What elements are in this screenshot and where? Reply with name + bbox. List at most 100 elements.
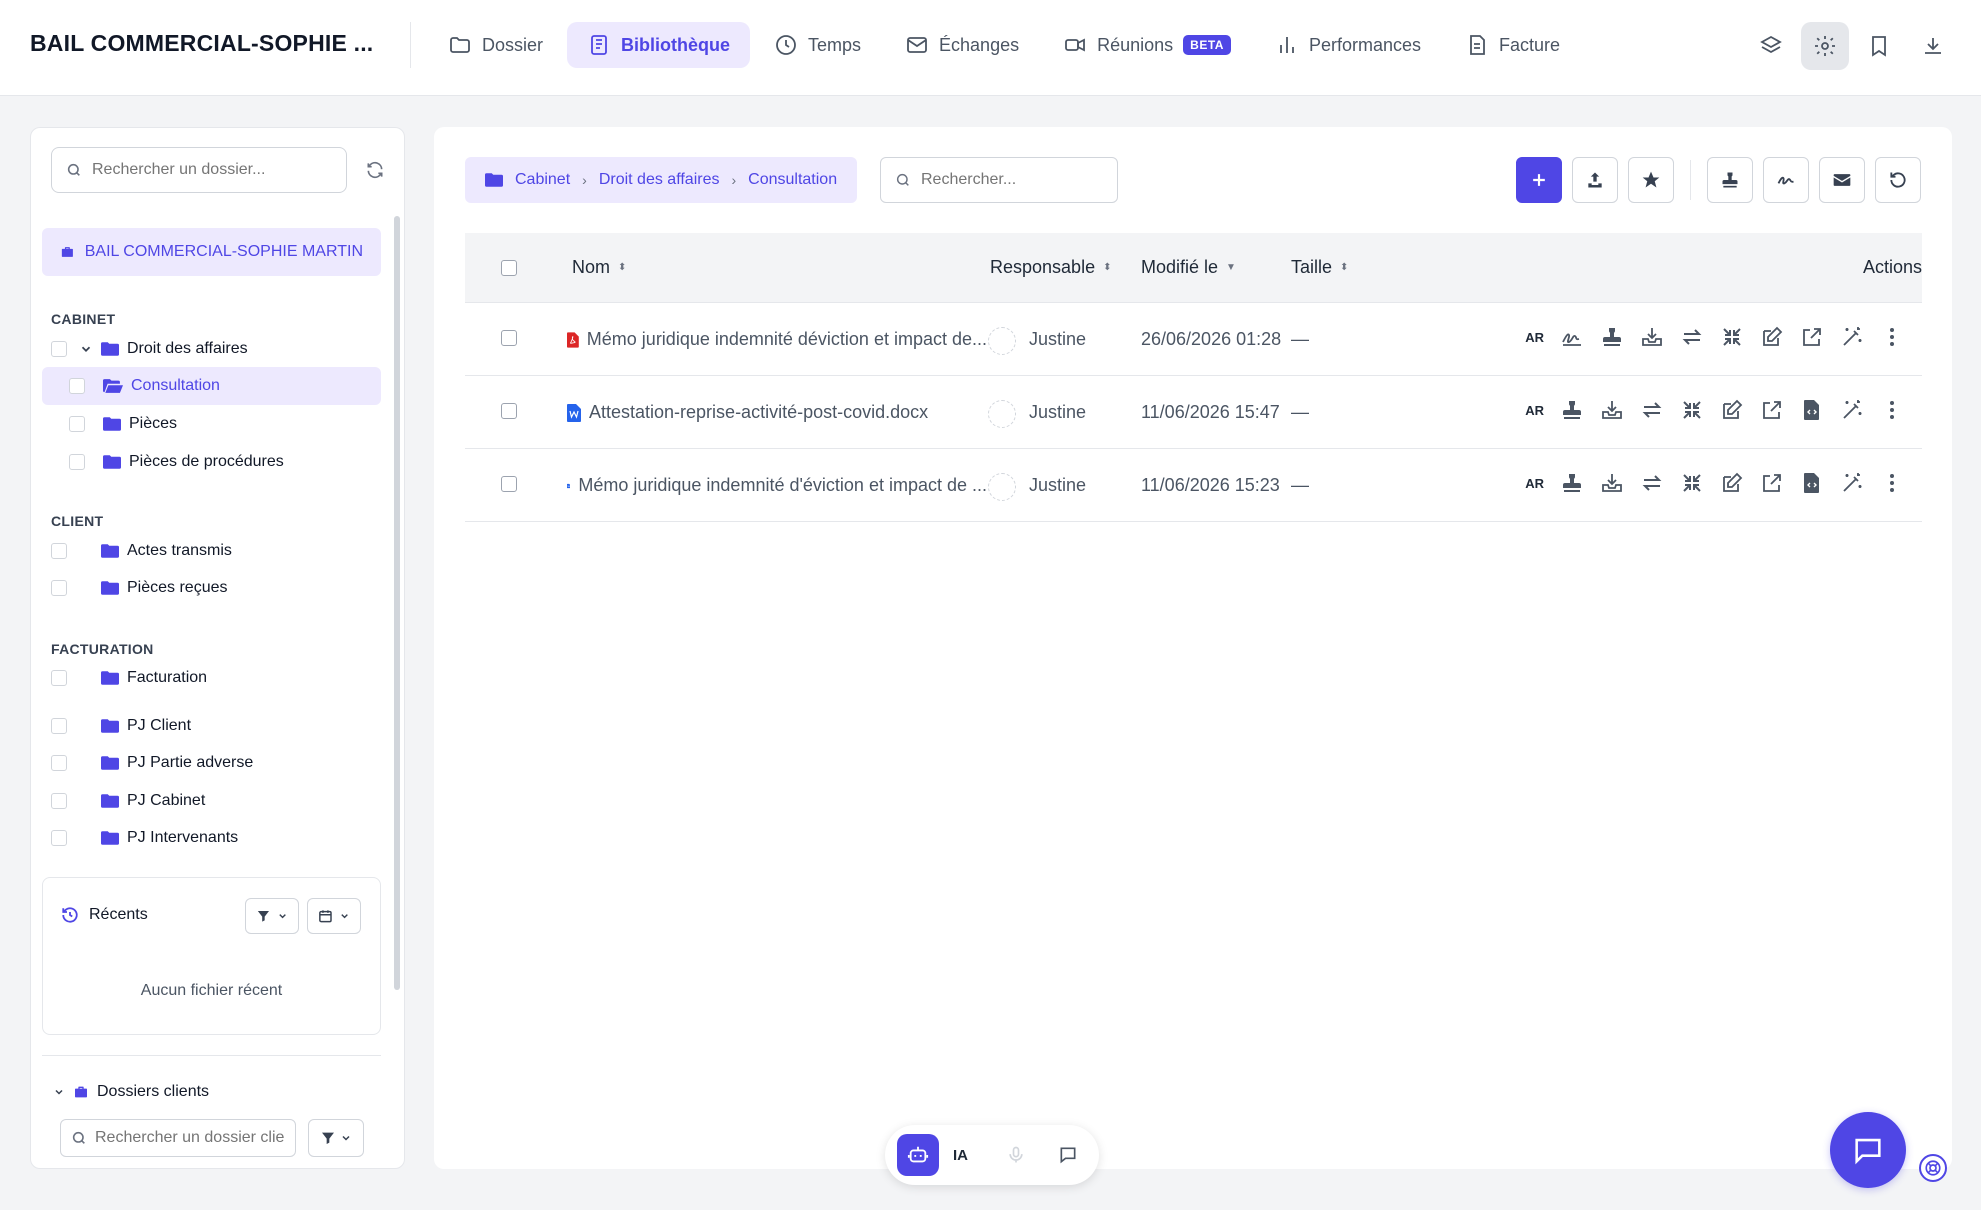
nav-echanges[interactable]: Échanges — [885, 22, 1039, 68]
ar-button[interactable]: AR — [1525, 403, 1544, 418]
breadcrumb-consultation[interactable]: Consultation — [748, 171, 837, 189]
checkbox[interactable] — [69, 378, 85, 394]
inbox-download-icon[interactable] — [1600, 471, 1624, 495]
tree-item-droit-des-affaires[interactable]: Droit des affaires — [42, 330, 381, 368]
checkbox[interactable] — [51, 341, 67, 357]
checkbox[interactable] — [51, 793, 67, 809]
share-icon[interactable] — [1760, 471, 1784, 495]
nav-facture[interactable]: Facture — [1445, 22, 1580, 68]
file-name-cell[interactable]: Mémo juridique indemnité d'éviction et i… — [567, 475, 987, 496]
file-code-icon[interactable] — [1800, 471, 1824, 495]
nav-reunions[interactable]: Réunions BETA — [1043, 22, 1251, 68]
clients-search-input[interactable] — [95, 1129, 285, 1147]
bookmark-button[interactable] — [1855, 22, 1903, 70]
clients-header[interactable]: Dossiers clients — [53, 1083, 209, 1101]
table-row[interactable]: Mémo juridique indemnité déviction et im… — [465, 303, 1922, 376]
more-vertical-icon[interactable] — [1880, 325, 1904, 349]
signature-button[interactable] — [1763, 157, 1809, 203]
clients-filter-button[interactable] — [308, 1119, 364, 1157]
row-checkbox[interactable] — [501, 403, 517, 419]
magic-wand-icon[interactable] — [1840, 471, 1864, 495]
ar-button[interactable]: AR — [1525, 330, 1544, 345]
file-name-cell[interactable]: Mémo juridique indemnité déviction et im… — [567, 329, 987, 350]
chat-button[interactable] — [1830, 1112, 1906, 1188]
recents-date-button[interactable] — [307, 898, 361, 934]
download-button[interactable] — [1909, 22, 1957, 70]
clients-search[interactable] — [60, 1119, 296, 1157]
settings-button[interactable] — [1801, 22, 1849, 70]
nav-temps[interactable]: Temps — [754, 22, 881, 68]
select-all-checkbox[interactable] — [501, 260, 517, 276]
tree-item-pj-intervenants[interactable]: PJ Intervenants — [42, 819, 381, 857]
folder-search-input[interactable] — [92, 161, 332, 179]
stamp-icon[interactable] — [1560, 398, 1584, 422]
tree-item-pj-cabinet[interactable]: PJ Cabinet — [42, 782, 381, 820]
tree-item-pieces-de-procedures[interactable]: Pièces de procédures — [42, 443, 381, 481]
column-size[interactable]: Taille ⬍ — [1291, 257, 1348, 278]
checkbox[interactable] — [51, 830, 67, 846]
favorite-button[interactable] — [1628, 157, 1674, 203]
more-vertical-icon[interactable] — [1880, 471, 1904, 495]
edit-icon[interactable] — [1720, 398, 1744, 422]
ai-assistant-button[interactable] — [897, 1134, 939, 1176]
file-code-icon[interactable] — [1800, 398, 1824, 422]
row-checkbox[interactable] — [501, 330, 517, 346]
microphone-icon[interactable] — [1006, 1145, 1026, 1165]
row-checkbox[interactable] — [501, 476, 517, 492]
more-vertical-icon[interactable] — [1880, 398, 1904, 422]
tree-item-pj-partie-adverse[interactable]: PJ Partie adverse — [42, 744, 381, 782]
column-owner[interactable]: Responsable ⬍ — [990, 257, 1111, 278]
inbox-download-icon[interactable] — [1640, 325, 1664, 349]
stamp-button[interactable] — [1707, 157, 1753, 203]
stamp-icon[interactable] — [1600, 325, 1624, 349]
inbox-download-icon[interactable] — [1600, 398, 1624, 422]
message-icon[interactable] — [1058, 1145, 1078, 1165]
upload-button[interactable] — [1572, 157, 1618, 203]
magic-wand-icon[interactable] — [1840, 325, 1864, 349]
stamp-icon[interactable] — [1560, 471, 1584, 495]
column-modified[interactable]: Modifié le ▼ — [1141, 257, 1236, 278]
tree-item-pieces[interactable]: Pièces — [42, 405, 381, 443]
edit-icon[interactable] — [1760, 325, 1784, 349]
checkbox[interactable] — [51, 670, 67, 686]
sidebar-scrollbar[interactable] — [394, 216, 400, 990]
checkbox[interactable] — [69, 416, 85, 432]
add-button[interactable] — [1516, 157, 1562, 203]
checkbox[interactable] — [51, 580, 67, 596]
file-search[interactable] — [880, 157, 1118, 203]
column-name[interactable]: Nom ⬍ — [572, 257, 626, 278]
transfer-icon[interactable] — [1640, 398, 1664, 422]
email-button[interactable] — [1819, 157, 1865, 203]
checkbox[interactable] — [51, 718, 67, 734]
refresh-button[interactable] — [359, 154, 391, 186]
current-case[interactable]: BAIL COMMERCIAL-SOPHIE MARTIN — [42, 228, 381, 276]
layers-button[interactable] — [1747, 22, 1795, 70]
edit-icon[interactable] — [1720, 471, 1744, 495]
tree-item-actes-transmis[interactable]: Actes transmis — [42, 532, 381, 570]
file-search-input[interactable] — [921, 171, 1103, 189]
breadcrumb-cabinet[interactable]: Cabinet — [515, 171, 570, 189]
transfer-icon[interactable] — [1640, 471, 1664, 495]
file-name-cell[interactable]: Attestation-reprise-activité-post-covid.… — [567, 402, 928, 423]
nav-performances[interactable]: Performances — [1255, 22, 1441, 68]
tree-item-facturation[interactable]: Facturation — [42, 659, 381, 697]
share-icon[interactable] — [1760, 398, 1784, 422]
compress-icon[interactable] — [1680, 471, 1704, 495]
checkbox[interactable] — [51, 755, 67, 771]
transfer-icon[interactable] — [1680, 325, 1704, 349]
share-icon[interactable] — [1800, 325, 1824, 349]
nav-bibliotheque[interactable]: Bibliothèque — [567, 22, 751, 68]
help-button[interactable] — [1919, 1154, 1947, 1182]
compress-icon[interactable] — [1720, 325, 1744, 349]
table-row[interactable]: Mémo juridique indemnité d'éviction et i… — [465, 449, 1922, 522]
folder-search[interactable] — [51, 147, 347, 193]
compress-icon[interactable] — [1680, 398, 1704, 422]
signature-icon[interactable] — [1560, 325, 1584, 349]
magic-wand-icon[interactable] — [1840, 398, 1864, 422]
tree-item-pj-client[interactable]: PJ Client — [42, 707, 381, 745]
undo-button[interactable] — [1875, 157, 1921, 203]
tree-item-consultation[interactable]: Consultation — [42, 367, 381, 405]
table-row[interactable]: Attestation-reprise-activité-post-covid.… — [465, 376, 1922, 449]
tree-item-pieces-recues[interactable]: Pièces reçues — [42, 569, 381, 607]
nav-dossier[interactable]: Dossier — [428, 22, 563, 68]
